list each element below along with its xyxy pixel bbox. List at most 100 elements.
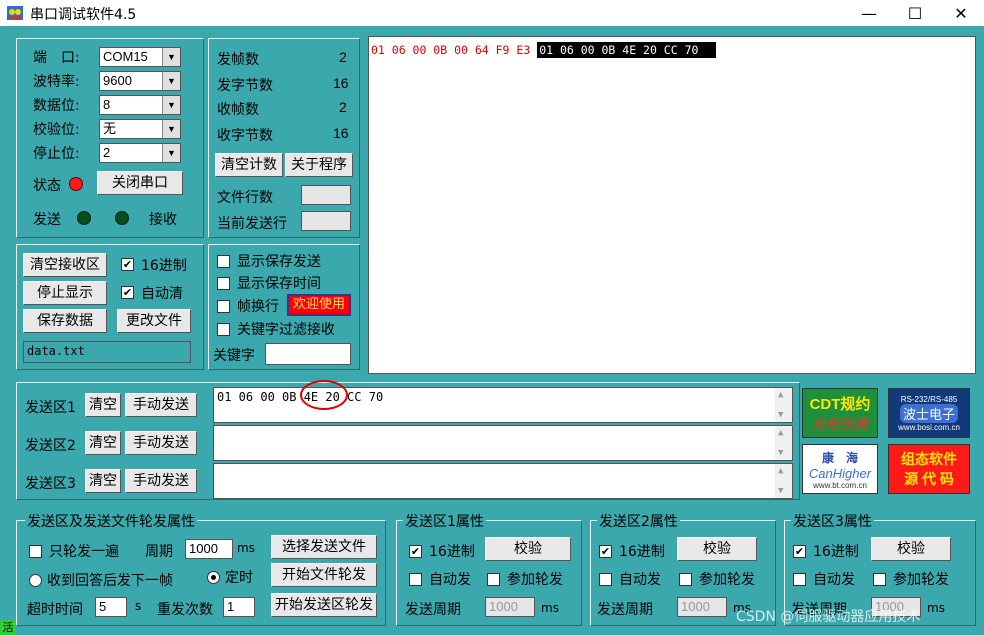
title-bar: 串口调试软件4.5 — ☐ ✕ (0, 0, 984, 26)
current-line-field (301, 211, 351, 231)
clear-count-button[interactable]: 清空计数 (215, 153, 283, 177)
period-input[interactable]: 1000 (185, 539, 233, 559)
hex-display-checkbox[interactable]: ✔ (121, 258, 134, 271)
send-area3-input[interactable]: ▲ ▼ (213, 463, 793, 499)
props3-auto-checkbox[interactable] (793, 573, 806, 586)
send-area3-label: 发送区3 (25, 476, 76, 492)
auto-clear-checkbox[interactable]: ✔ (121, 286, 134, 299)
about-button[interactable]: 关于程序 (285, 153, 353, 177)
file-lines-label: 文件行数 (217, 190, 273, 206)
props1-period-input[interactable]: 1000 (485, 597, 535, 617)
props1-title: 发送区1属性 (403, 511, 486, 531)
manual-send1-button[interactable]: 手动发送 (125, 393, 197, 417)
clear-receive-button[interactable]: 清空接收区 (23, 253, 107, 277)
parity-select[interactable]: 无 ▼ (99, 119, 181, 139)
props2-auto-checkbox[interactable] (599, 573, 612, 586)
rotation-group: 发送区及发送文件轮发属性 只轮发一遍 周期 1000 ms 选择发送文件 收到回… (16, 511, 386, 626)
props2-join-checkbox[interactable] (679, 573, 692, 586)
props1-auto-label: 自动发 (429, 572, 471, 588)
keyword-input[interactable] (265, 343, 351, 365)
clear-send2-button[interactable]: 清空 (85, 431, 121, 455)
recv-bytes-value: 16 (333, 125, 349, 141)
props2-hex-checkbox[interactable]: ✔ (599, 545, 612, 558)
props3-hex-checkbox[interactable]: ✔ (793, 545, 806, 558)
chevron-down-icon[interactable]: ▼ (162, 72, 180, 90)
kanghai-ad[interactable]: 康 海 CanHigher www.bt.com.cn (802, 444, 878, 494)
maximize-button[interactable]: ☐ (892, 0, 938, 26)
reply-next-label: 收到回答后发下一帧 (47, 573, 173, 589)
only-once-checkbox[interactable] (29, 545, 42, 558)
cdt-ad[interactable]: CDT规约 分析仿真 (802, 388, 878, 438)
props3-auto-label: 自动发 (813, 572, 855, 588)
props3-join-checkbox[interactable] (873, 573, 886, 586)
props2-hex-label: 16进制 (619, 544, 665, 560)
props1-hex-checkbox[interactable]: ✔ (409, 545, 422, 558)
keyword-filter-checkbox[interactable] (217, 323, 230, 336)
manual-send2-button[interactable]: 手动发送 (125, 431, 197, 455)
select-send-file-button[interactable]: 选择发送文件 (271, 535, 377, 559)
props1-join-label: 参加轮发 (507, 572, 563, 588)
clear-send1-button[interactable]: 清空 (85, 393, 121, 417)
scrollbar[interactable]: ▲ ▼ (775, 388, 792, 422)
props2-check-button[interactable]: 校验 (677, 537, 757, 561)
start-area-rotate-button[interactable]: 开始发送区轮发 (271, 593, 377, 617)
period-unit: ms (237, 541, 255, 555)
show-save-time-label: 显示保存时间 (237, 276, 321, 292)
send-area1-label: 发送区1 (25, 400, 76, 416)
sent-frames-value: 2 (339, 49, 347, 65)
chevron-down-icon[interactable]: ▼ (162, 96, 180, 114)
recv-bytes-label: 收字节数 (217, 128, 273, 144)
baud-select[interactable]: 9600 ▼ (99, 71, 181, 91)
props3-check-button[interactable]: 校验 (871, 537, 951, 561)
show-save-send-checkbox[interactable] (217, 255, 230, 268)
chevron-down-icon[interactable]: ▼ (162, 144, 180, 162)
send-area2-label: 发送区2 (25, 438, 76, 454)
port-select[interactable]: COM15 ▼ (99, 47, 181, 67)
data-bits-select[interactable]: 8 ▼ (99, 95, 181, 115)
stop-bits-select[interactable]: 2 ▼ (99, 143, 181, 163)
zutai-ad[interactable]: 组态软件 源 代 码 (888, 444, 970, 494)
props3-ms: ms (927, 601, 945, 615)
hex-display-label: 16进制 (141, 258, 187, 274)
props1-check-button[interactable]: 校验 (485, 537, 571, 561)
manual-send3-button[interactable]: 手动发送 (125, 469, 197, 493)
keyword-filter-label: 关键字过滤接收 (237, 322, 335, 338)
props2-period-input[interactable]: 1000 (677, 597, 727, 617)
props1-auto-checkbox[interactable] (409, 573, 422, 586)
chevron-down-icon[interactable]: ▼ (162, 48, 180, 66)
receive-controls-group: 清空接收区 ✔ 16进制 停止显示 ✔ 自动清 保存数据 更改文件 data.t… (16, 244, 204, 370)
props3-title: 发送区3属性 (791, 511, 874, 531)
resend-input[interactable]: 1 (223, 597, 255, 617)
close-window-button[interactable]: ✕ (938, 0, 984, 26)
stop-display-button[interactable]: 停止显示 (23, 281, 107, 305)
filename-field[interactable]: data.txt (23, 341, 191, 363)
props1-join-checkbox[interactable] (487, 573, 500, 586)
recv-led-icon (115, 211, 129, 225)
save-data-button[interactable]: 保存数据 (23, 309, 107, 333)
timed-radio[interactable] (207, 571, 220, 584)
show-save-send-label: 显示保存发送 (237, 254, 321, 270)
close-port-button[interactable]: 关闭串口 (97, 171, 183, 195)
timeout-input[interactable]: 5 (95, 597, 127, 617)
period-label: 周期 (145, 544, 173, 560)
props3-join-label: 参加轮发 (893, 572, 949, 588)
props2-period-label: 发送周期 (597, 602, 653, 618)
bosi-ad[interactable]: RS-232/RS-485 波士电子 www.bosi.com.cn (888, 388, 970, 438)
chevron-down-icon[interactable]: ▼ (162, 120, 180, 138)
send-area-group: 发送区1 清空 手动发送 01 06 00 0B 4E 20 CC 70 ▲ ▼ 发… (16, 382, 800, 500)
start-file-rotate-button[interactable]: 开始文件轮发 (271, 563, 377, 587)
scrollbar[interactable]: ▲ ▼ (775, 464, 792, 498)
receive-display-area[interactable]: 01 06 00 0B 00 64 F9 E3 01 06 00 0B 4E 2… (368, 36, 976, 374)
keyword-label: 关键字 (213, 348, 255, 364)
frame-newline-checkbox[interactable] (217, 300, 230, 313)
clear-send3-button[interactable]: 清空 (85, 469, 121, 493)
change-file-button[interactable]: 更改文件 (117, 309, 191, 333)
send-area2-input[interactable]: ▲ ▼ (213, 425, 793, 461)
scrollbar[interactable]: ▲ ▼ (775, 426, 792, 460)
resend-label: 重发次数 (157, 602, 213, 618)
minimize-button[interactable]: — (846, 0, 892, 26)
reply-next-radio[interactable] (29, 574, 42, 587)
recv-indicator-label: 接收 (149, 212, 177, 228)
show-save-time-checkbox[interactable] (217, 277, 230, 290)
port-label: 端 口: (33, 50, 80, 66)
